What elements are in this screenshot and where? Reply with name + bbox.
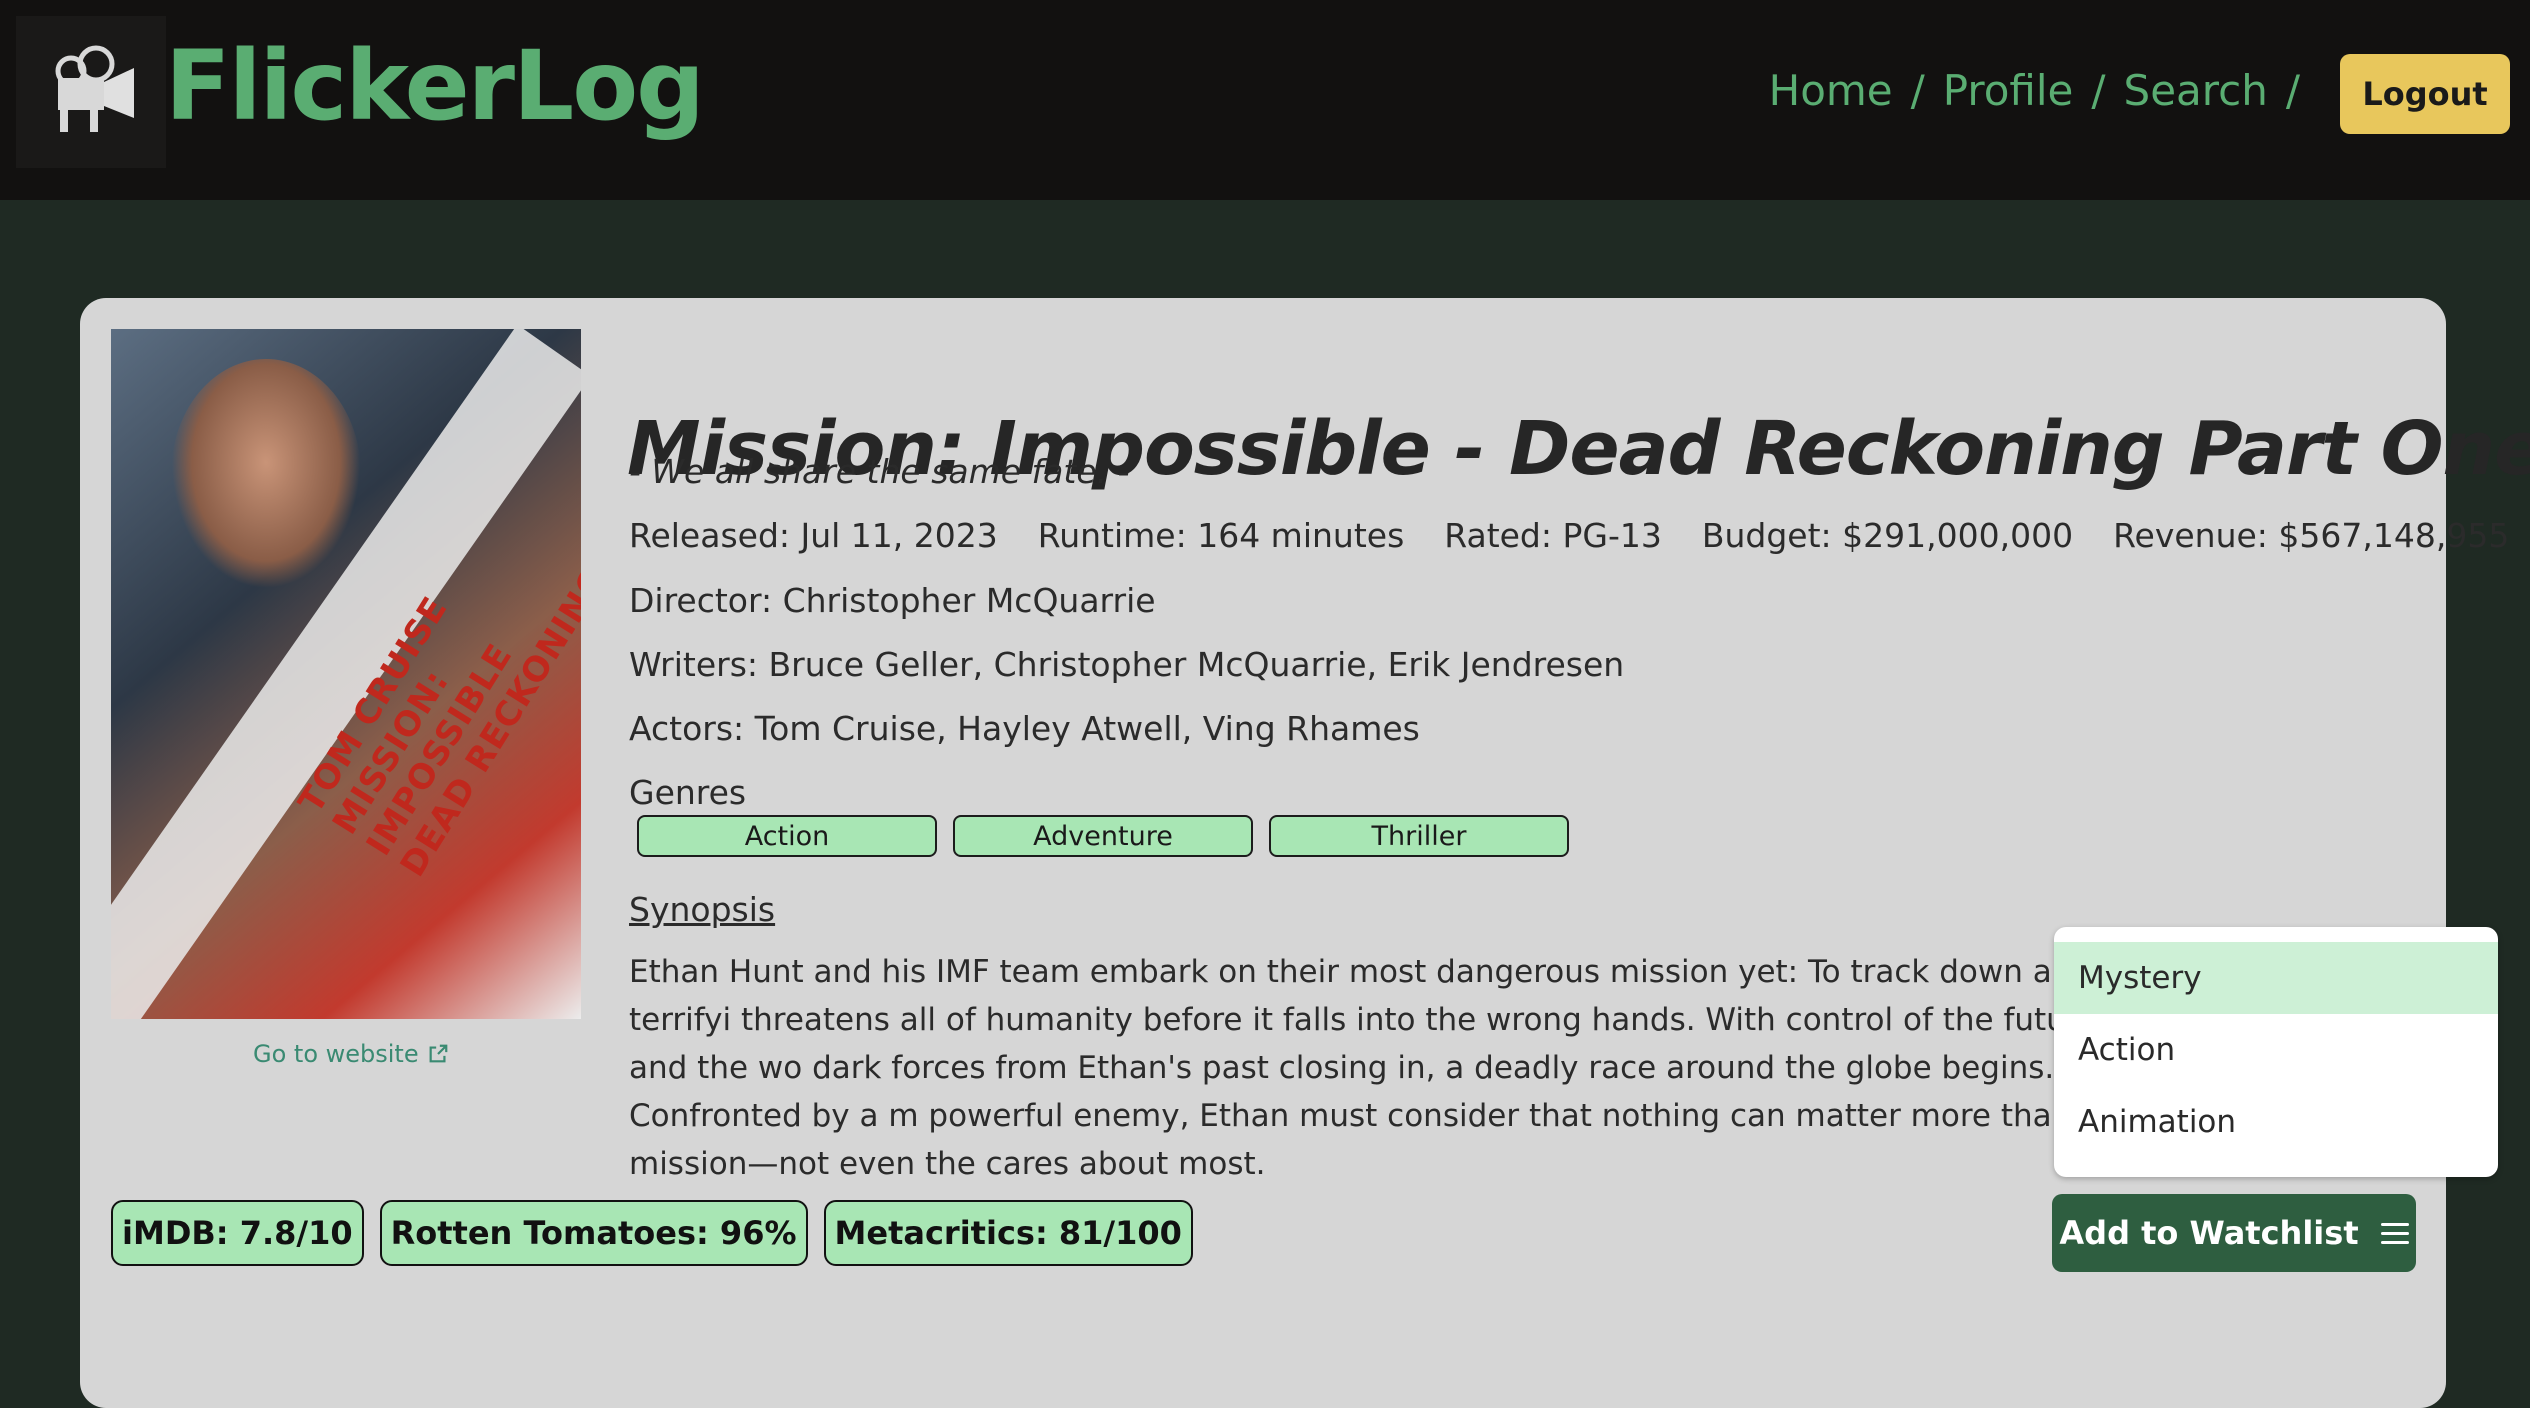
main-nav: Home / Profile / Search / — [1769, 66, 2300, 115]
budget: Budget: $291,000,000 — [1701, 516, 2074, 555]
external-link-icon — [429, 1044, 447, 1063]
movie-poster: TOM CRUISE MISSION: IMPOSSIBLE DEAD RECK… — [111, 329, 581, 1019]
logout-button[interactable]: Logout — [2340, 54, 2510, 134]
genre-chip-adventure[interactable]: Adventure — [953, 815, 1253, 857]
nav-search-link[interactable]: Search — [2124, 66, 2268, 115]
hamburger-menu-icon — [2380, 1217, 2409, 1250]
nav-separator: / — [1910, 66, 1925, 115]
nav-separator: / — [2285, 66, 2300, 115]
synopsis-heading: Synopsis — [629, 890, 776, 929]
website-link-label: Go to website — [253, 1040, 419, 1068]
movie-detail-card: TOM CRUISE MISSION: IMPOSSIBLE DEAD RECK… — [80, 298, 2530, 1408]
nav-profile-link[interactable]: Profile — [1943, 66, 2074, 115]
ratings-row: iMDB: 7.8/10 Rotten Tomatoes: 96% Metacr… — [111, 1200, 1193, 1266]
metacritic-badge: Metacritics: 81/100 — [823, 1200, 1193, 1266]
rotten-tomatoes-badge: Rotten Tomatoes: 96% — [379, 1200, 808, 1266]
poster-figure — [171, 359, 361, 589]
movie-facts-row: Released: Jul 11, 2023 Runtime: 164 minu… — [629, 516, 2509, 555]
watchlist-dropdown: Mystery Action Animation — [2054, 927, 2498, 1177]
film-projector-logo-icon[interactable] — [16, 16, 166, 168]
writers-line: Writers: Bruce Geller, Christopher McQua… — [629, 645, 1625, 684]
add-to-watchlist-button[interactable]: Add to Watchlist — [2052, 1194, 2416, 1272]
revenue: Revenue: $567,148,955 — [2113, 516, 2510, 555]
rating-certificate: Rated: PG-13 — [1444, 516, 1662, 555]
nav-separator: / — [2091, 66, 2106, 115]
synopsis-text: Ethan Hunt and his IMF team embark on th… — [629, 954, 2126, 1182]
movie-tagline: - We all share the same fate. - — [629, 452, 1130, 491]
genre-chip-thriller[interactable]: Thriller — [1269, 815, 1569, 857]
watchlist-option-mystery[interactable]: Mystery — [2054, 942, 2498, 1014]
brand-title[interactable]: FlickerLog — [165, 30, 705, 142]
director-line: Director: Christopher McQuarrie — [629, 581, 1156, 620]
genre-list: Action Adventure Thriller — [637, 815, 1569, 857]
watchlist-option-action[interactable]: Action — [2054, 1014, 2498, 1086]
watchlist-option-animation[interactable]: Animation — [2054, 1086, 2498, 1158]
genres-heading: Genres — [629, 773, 747, 812]
genre-chip-action[interactable]: Action — [637, 815, 937, 857]
release-date: Released: Jul 11, 2023 — [629, 516, 998, 555]
top-navbar: FlickerLog Home / Profile / Search / Log… — [0, 0, 2530, 200]
nav-home-link[interactable]: Home — [1769, 66, 1893, 115]
go-to-website-link[interactable]: Go to website — [253, 1040, 449, 1068]
watchlist-button-label: Add to Watchlist — [2059, 1214, 2359, 1252]
imdb-rating-badge: iMDB: 7.8/10 — [111, 1200, 364, 1266]
actors-line: Actors: Tom Cruise, Hayley Atwell, Ving … — [629, 709, 1420, 748]
runtime: Runtime: 164 minutes — [1037, 516, 1405, 555]
